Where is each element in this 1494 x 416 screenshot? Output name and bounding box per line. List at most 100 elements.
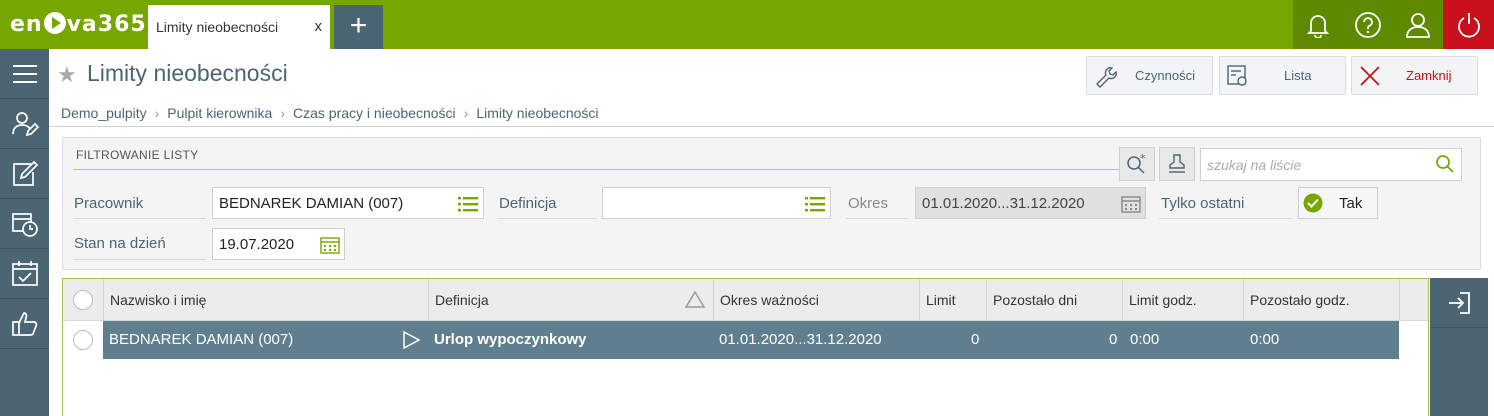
logout-button[interactable] [1443,0,1494,49]
search-star-icon: * [1127,153,1146,174]
play-logo-icon [43,12,66,34]
tylko-ostatni-toggle[interactable]: Tak [1298,187,1378,219]
tab-limity-nieobecnosci[interactable]: Limity nieobecności x [148,5,330,49]
sidebar [0,49,49,416]
sidebar-menu-button[interactable] [0,49,49,99]
filter-title-underline [73,169,1153,170]
pracownik-field[interactable]: BEDNAREK DAMIAN (007) [212,187,484,219]
user-icon [1406,12,1430,38]
column-header-nazwisko[interactable]: Nazwisko i imię [103,279,428,321]
column-header-okres[interactable]: Okres ważności [713,279,919,321]
column-header-pozostalo-dni[interactable]: Pozostało dni [986,279,1122,321]
czynnosci-button[interactable]: Czynności [1086,56,1213,95]
divider [49,126,1494,127]
chevron-right-icon: › [280,105,286,121]
grid-header: Nazwisko i imię Definicja Okres ważności… [63,279,1428,321]
sidebar-item-employee[interactable] [0,99,49,149]
calendar-icon [1121,196,1141,213]
breadcrumb-item[interactable]: Demo_pulpity [61,105,147,121]
user-profile-button[interactable] [1393,0,1443,49]
help-icon [1355,11,1381,38]
lista-button[interactable]: Lista [1219,56,1346,95]
filter-title: FILTROWANIE LISTY [76,148,199,162]
search-icon[interactable] [1435,154,1455,174]
column-header-limit-godz[interactable]: Limit godz. [1122,279,1243,321]
tylko-ostatni-label: Tylko ostatni [1161,195,1245,212]
label-underline [846,218,908,219]
table-row[interactable]: BEDNAREK DAMIAN (007) Urlop wypoczynkowy… [103,321,1399,359]
stamp-icon [1169,154,1185,173]
okres-label: Okres [848,195,889,212]
enova-logo[interactable]: en va365 [10,12,147,37]
sign-in-icon [1449,291,1470,314]
definicja-field[interactable] [602,187,831,219]
notifications-button[interactable] [1293,0,1343,49]
search-input[interactable]: szukaj na liście [1200,148,1462,181]
stan-na-dzien-field[interactable]: 19.07.2020 [212,228,345,260]
breadcrumb-item[interactable]: Czas pracy i nieobecności [293,105,456,121]
label-underline [73,259,206,260]
breadcrumb: Demo_pulpity › Pulpit kierownika › Czas prac… [61,105,599,121]
top-bar: en va365 Limity nieobecności x + [0,0,1494,49]
user-edit-icon [11,111,39,136]
chevron-right-icon: › [154,105,160,121]
play-arrow-icon[interactable] [401,330,421,350]
edit-icon [12,160,38,186]
cell-pozostalo-godz: 0:00 [1250,331,1280,348]
svg-text:*: * [1140,153,1146,165]
export-button[interactable] [1430,278,1488,328]
calendar-check-icon [11,260,38,286]
stan-na-dzien-label: Stan na dzień [74,235,166,252]
column-header-limit[interactable]: Limit [919,279,986,321]
label-underline [73,218,206,219]
okres-field: 01.01.2020...31.12.2020 [915,187,1146,219]
cell-limit: 0 [971,331,980,348]
sidebar-item-time[interactable] [0,199,49,249]
sidebar-item-calendar[interactable] [0,249,49,299]
add-tab-button[interactable]: + [334,5,383,49]
tab-close-button[interactable]: x [315,18,323,35]
row-select-checkbox[interactable] [73,330,93,350]
help-button[interactable] [1343,0,1393,49]
cell-nazwisko: BEDNAREK DAMIAN (007) [109,331,294,348]
list-picker-icon[interactable] [457,195,479,213]
pracownik-label: Pracownik [74,195,144,212]
list-settings-icon [1227,65,1247,86]
column-header-spacer [1399,279,1428,321]
cell-okres: 01.01.2020...31.12.2020 [719,331,882,348]
chevron-right-icon: › [463,105,469,121]
zamknij-button[interactable]: Zamknij [1351,56,1478,95]
check-circle-icon [1303,193,1323,213]
breadcrumb-item[interactable]: Pulpit kierownika [167,105,272,121]
breadcrumb-item[interactable]: Limity nieobecności [476,105,598,121]
sidebar-item-edit[interactable] [0,149,49,199]
right-panel [1430,278,1488,416]
calendar-clock-icon [11,212,38,237]
label-underline [497,218,597,219]
definicja-label: Definicja [499,195,557,212]
bell-icon [1306,14,1330,38]
filter-stamp-button[interactable] [1159,147,1195,181]
column-header-definicja[interactable]: Definicja [428,279,713,321]
select-all-checkbox[interactable] [73,290,93,310]
cell-definicja: Urlop wypoczynkowy [434,331,587,348]
cell-pozostalo-dni: 0 [1109,331,1118,348]
sort-ascending-icon [685,291,705,308]
label-underline [1159,218,1292,219]
favorite-star-icon[interactable]: ★ [57,62,77,88]
list-picker-icon[interactable] [804,195,826,213]
power-icon [1457,12,1480,38]
filter-panel: FILTROWANIE LISTY * szukaj na liście Pra… [62,137,1481,270]
menu-icon [12,64,37,83]
close-icon [1360,66,1380,86]
tab-label: Limity nieobecności [156,19,279,35]
data-grid: Nazwisko i imię Definicja Okres ważności… [62,278,1429,416]
column-header-pozostalo-godz[interactable]: Pozostało godz. [1243,279,1399,321]
wrench-icon [1096,67,1117,88]
thumbs-up-icon [11,311,37,336]
sidebar-item-approve[interactable] [0,299,49,349]
cell-limit-godz: 0:00 [1130,331,1160,348]
advanced-search-button[interactable]: * [1119,147,1155,181]
calendar-icon[interactable] [320,236,340,254]
page-title: Limity nieobecności [87,60,288,86]
